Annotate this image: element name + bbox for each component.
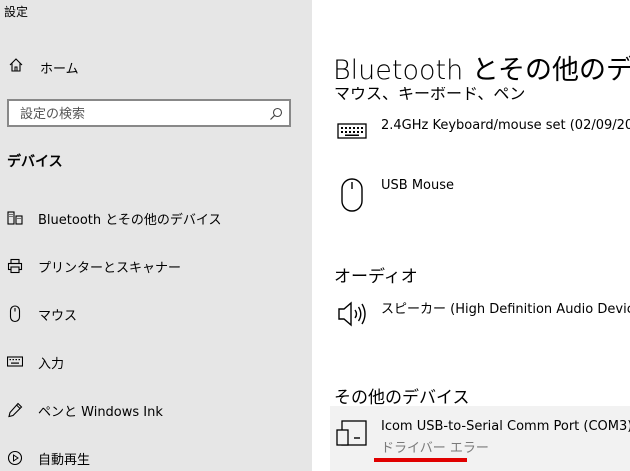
device-name: スピーカー (High Definition Audio Device) (381, 302, 630, 317)
sidebar: 設定 ホーム デバイス Bluetooth とその他のデバイス プリンターとスキ… (0, 0, 312, 471)
sidebar-item-label: プリンターとスキャナー (38, 260, 182, 276)
device-status: ドライバー エラー (381, 441, 489, 456)
device-usb-mouse[interactable]: USB Mouse (336, 178, 454, 212)
sidebar-item-label: ペンと Windows Ink (38, 404, 163, 420)
sidebar-item-printers[interactable]: プリンターとスキャナー (6, 254, 181, 278)
sidebar-item-label: Bluetooth とその他のデバイス (38, 212, 222, 228)
mouse-icon (6, 305, 24, 323)
autoplay-icon (6, 449, 24, 467)
sidebar-item-label: 自動再生 (38, 452, 91, 468)
pen-icon (6, 401, 24, 419)
device-name: USB Mouse (381, 178, 454, 193)
serial-port-device-icon (336, 419, 368, 456)
home-label: ホーム (40, 61, 79, 77)
printer-icon (6, 257, 24, 275)
device-speaker[interactable]: スピーカー (High Definition Audio Device) (336, 298, 630, 330)
sidebar-item-typing[interactable]: 入力 (6, 350, 64, 374)
sidebar-item-mouse[interactable]: マウス (6, 302, 77, 326)
device-icom-serial[interactable]: Icom USB-to-Serial Comm Port (COM3) ドライバ… (336, 419, 630, 456)
sidebar-item-pen[interactable]: ペンと Windows Ink (6, 398, 163, 422)
search-input[interactable] (20, 105, 260, 123)
sidebar-item-autoplay[interactable]: 自動再生 (6, 446, 90, 470)
app-title: 設定 (4, 5, 29, 19)
speaker-icon (336, 298, 368, 330)
red-underline-annotation (374, 458, 467, 462)
bluetooth-devices-icon (6, 209, 24, 227)
sidebar-item-bluetooth[interactable]: Bluetooth とその他のデバイス (6, 206, 221, 230)
search-box[interactable] (7, 99, 291, 127)
device-name: Icom USB-to-Serial Comm Port (COM3) (381, 419, 630, 434)
device-name: 2.4GHz Keyboard/mouse set (02/09/2012) (381, 118, 630, 133)
home-icon (8, 57, 24, 77)
page-title: Bluetooth とその他のデバイス (333, 48, 630, 87)
keyboard-icon (6, 353, 24, 371)
sidebar-item-label: マウス (38, 308, 78, 324)
other-devices-heading: その他のデバイス (334, 388, 470, 408)
home-link[interactable]: ホーム (8, 56, 79, 78)
main-content: マウス、キーボード、ペン Bluetooth とその他のデバイス 2.4GHz … (312, 0, 630, 471)
device-keyboard-mouse-set[interactable]: 2.4GHz Keyboard/mouse set (02/09/2012) (336, 118, 630, 140)
audio-heading: オーディオ (334, 267, 418, 287)
sidebar-item-label: 入力 (38, 356, 65, 372)
section-title: デバイス (7, 154, 63, 170)
keyboard-icon (336, 118, 368, 140)
search-icon[interactable] (269, 106, 283, 125)
mouse-icon (336, 178, 368, 212)
